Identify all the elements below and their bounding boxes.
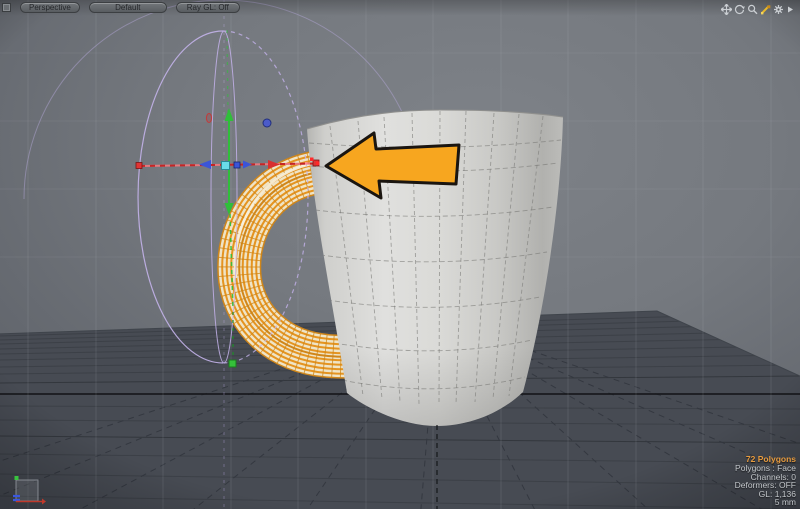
zoom-icon[interactable] <box>747 2 758 13</box>
viewport-nav-icons <box>721 2 797 13</box>
3d-viewport[interactable]: Perspective Default Ray GL: Off <box>0 0 800 509</box>
shading-style-button[interactable]: Default <box>89 2 167 13</box>
viewport-vignette <box>0 0 800 509</box>
workplane-y-axis-mark <box>15 476 19 480</box>
viewport-options-widget[interactable] <box>2 3 11 12</box>
stat-grid-size: 5 mm <box>735 498 796 507</box>
viewport-scene <box>0 0 800 509</box>
more-arrow-icon[interactable] <box>786 2 797 13</box>
pan-icon[interactable] <box>721 2 732 13</box>
ray-gl-button[interactable]: Ray GL: Off <box>176 2 240 13</box>
active-tool-icon[interactable] <box>760 2 771 13</box>
gear-icon[interactable] <box>773 2 784 13</box>
viewport-stats: 72 Polygons Polygons : Face Channels: 0 … <box>735 455 796 507</box>
view-type-button[interactable]: Perspective <box>20 2 80 13</box>
viewport-header: Perspective Default Ray GL: Off <box>2 2 240 13</box>
orbit-icon[interactable] <box>734 2 745 13</box>
